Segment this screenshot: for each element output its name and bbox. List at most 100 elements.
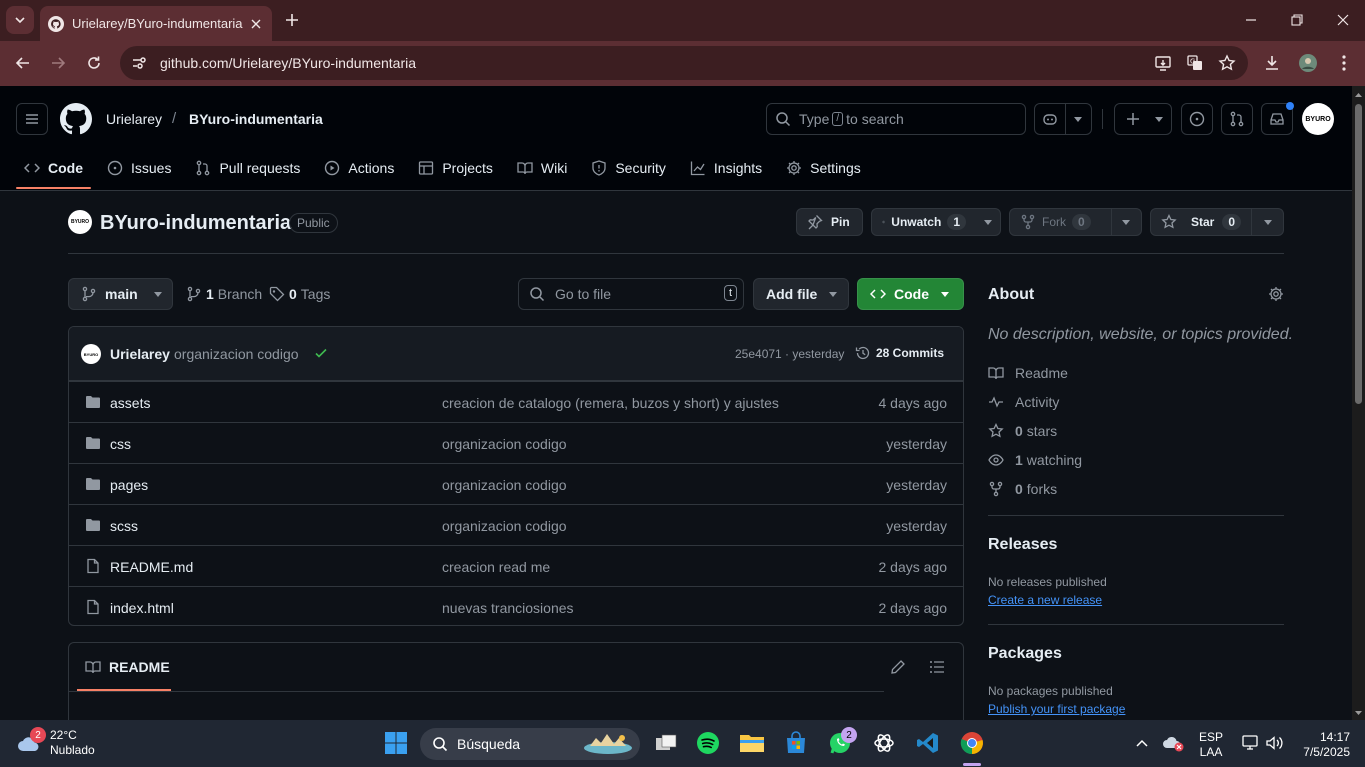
tab-issues[interactable]: Issues bbox=[99, 148, 179, 188]
scrollbar-thumb[interactable] bbox=[1355, 104, 1362, 404]
copilot-icon[interactable] bbox=[1035, 104, 1066, 134]
pencil-icon[interactable] bbox=[890, 659, 906, 675]
commit-author[interactable]: Urielarey bbox=[110, 346, 170, 362]
restore-icon[interactable] bbox=[1287, 10, 1307, 30]
releases-title[interactable]: Releases bbox=[988, 536, 1057, 554]
file-commit-message[interactable]: creacion de catalogo (remera, buzos y sh… bbox=[442, 395, 779, 411]
chevron-up-icon[interactable] bbox=[1128, 729, 1156, 757]
file-commit-message[interactable]: organizacion codigo bbox=[442, 436, 567, 452]
commits-link[interactable]: 28 Commits bbox=[855, 345, 944, 361]
file-commit-message[interactable]: nuevas tranciosiones bbox=[442, 600, 574, 616]
tab-security[interactable]: Security bbox=[583, 148, 674, 188]
new-tab-plus-icon[interactable] bbox=[282, 10, 302, 30]
file-name[interactable]: pages bbox=[110, 477, 148, 493]
triangle-down-icon[interactable] bbox=[1251, 209, 1284, 235]
tab-actions[interactable]: Actions bbox=[316, 148, 402, 188]
microsoft-store-icon[interactable] bbox=[782, 729, 810, 757]
file-row[interactable]: css organizacion codigo yesterday bbox=[69, 422, 963, 463]
clock[interactable]: 14:17 7/5/2025 bbox=[1294, 730, 1350, 760]
fork-button[interactable]: Fork 0 bbox=[1009, 208, 1142, 236]
star-button[interactable]: Star 0 bbox=[1150, 208, 1284, 236]
taskbar-search[interactable]: Búsqueda bbox=[420, 728, 640, 760]
user-avatar[interactable]: BYURO bbox=[1302, 103, 1334, 135]
pull-requests-shortcut-icon[interactable] bbox=[1221, 103, 1253, 135]
github-logo-icon[interactable] bbox=[60, 103, 92, 135]
hamburger-menu-icon[interactable] bbox=[16, 103, 48, 135]
file-commit-message[interactable]: organizacion codigo bbox=[442, 477, 567, 493]
address-bar[interactable]: github.com/Urielarey/BYuro-indumentaria … bbox=[120, 46, 1248, 80]
vscode-icon[interactable] bbox=[914, 729, 942, 757]
add-file-button[interactable]: Add file bbox=[753, 278, 849, 310]
file-name[interactable]: index.html bbox=[110, 600, 174, 616]
go-to-file-input[interactable]: Go to file t bbox=[518, 278, 744, 310]
weather-widget[interactable]: 2 22°C Nublado bbox=[16, 727, 95, 758]
tags-link[interactable]: 0 Tags bbox=[269, 286, 330, 302]
triangle-down-icon[interactable] bbox=[1111, 209, 1140, 235]
file-row[interactable]: pages organizacion codigo yesterday bbox=[69, 463, 963, 504]
branch-selector[interactable]: main bbox=[68, 278, 173, 310]
volume-icon[interactable] bbox=[1261, 729, 1289, 757]
tab-insights[interactable]: Insights bbox=[682, 148, 770, 188]
unwatch-button[interactable]: Unwatch 1 bbox=[871, 208, 1001, 236]
windows-start-icon[interactable] bbox=[382, 729, 410, 757]
back-arrow-icon[interactable] bbox=[12, 52, 34, 74]
profile-avatar-icon[interactable] bbox=[1297, 52, 1319, 74]
tab-projects[interactable]: Projects bbox=[410, 148, 501, 188]
issues-shortcut-icon[interactable] bbox=[1181, 103, 1213, 135]
page-scrollbar[interactable] bbox=[1352, 86, 1365, 720]
file-name[interactable]: README.md bbox=[110, 559, 193, 575]
spotify-icon[interactable] bbox=[694, 729, 722, 757]
branches-link[interactable]: 1 Branch bbox=[186, 286, 262, 302]
file-row[interactable]: assets creacion de catalogo (remera, buz… bbox=[69, 381, 963, 422]
close-window-icon[interactable] bbox=[1333, 10, 1353, 30]
bookmark-star-icon[interactable] bbox=[1216, 52, 1238, 74]
triangle-down-icon[interactable] bbox=[1149, 116, 1169, 122]
onedrive-error-icon[interactable] bbox=[1160, 729, 1188, 757]
browser-tab[interactable]: Urielarey/BYuro-indumentaria bbox=[40, 6, 272, 41]
copilot-button[interactable] bbox=[1034, 103, 1092, 135]
reload-icon[interactable] bbox=[83, 52, 105, 74]
plus-icon[interactable] bbox=[1117, 112, 1149, 126]
repo-owner-avatar[interactable]: BYURO bbox=[68, 210, 92, 234]
outline-list-icon[interactable] bbox=[929, 659, 945, 675]
input-language[interactable]: ESP LAA bbox=[1196, 730, 1226, 760]
scroll-up-arrow-icon[interactable] bbox=[1352, 90, 1365, 100]
url-text[interactable]: github.com/Urielarey/BYuro-indumentaria bbox=[160, 55, 1152, 71]
file-name[interactable]: scss bbox=[110, 518, 138, 534]
readme-tab[interactable]: README bbox=[85, 659, 170, 675]
minimize-icon[interactable] bbox=[1241, 10, 1261, 30]
install-app-icon[interactable] bbox=[1152, 52, 1174, 74]
file-name[interactable]: assets bbox=[110, 395, 150, 411]
forward-arrow-icon[interactable] bbox=[47, 52, 69, 74]
forks-link[interactable]: 0 forks bbox=[988, 481, 1057, 497]
site-settings-icon[interactable] bbox=[130, 54, 148, 72]
publish-package-link[interactable]: Publish your first package bbox=[988, 702, 1125, 716]
translate-icon[interactable]: G bbox=[1184, 52, 1206, 74]
file-row[interactable]: index.html nuevas tranciosiones 2 days a… bbox=[69, 586, 963, 625]
browser-menu-icon[interactable] bbox=[1333, 52, 1355, 74]
tab-settings[interactable]: Settings bbox=[778, 148, 869, 188]
pin-button[interactable]: Pin bbox=[796, 208, 863, 236]
packages-title[interactable]: Packages bbox=[988, 645, 1062, 663]
file-row[interactable]: README.md creacion read me 2 days ago bbox=[69, 545, 963, 586]
breadcrumb-owner[interactable]: Urielarey bbox=[106, 111, 162, 127]
file-explorer-icon[interactable] bbox=[738, 729, 766, 757]
triangle-down-icon[interactable] bbox=[1066, 116, 1091, 122]
file-commit-message[interactable]: organizacion codigo bbox=[442, 518, 567, 534]
file-row[interactable]: scss organizacion codigo yesterday bbox=[69, 504, 963, 545]
tab-code[interactable]: Code bbox=[16, 148, 91, 189]
global-search-input[interactable]: Type / to search bbox=[766, 103, 1026, 135]
commit-sha-time[interactable]: 25e4071 · yesterday bbox=[735, 347, 844, 361]
commit-author-avatar[interactable]: BYURO bbox=[81, 344, 101, 364]
commit-message[interactable]: organizacion codigo bbox=[174, 346, 299, 362]
activity-link[interactable]: Activity bbox=[988, 394, 1059, 410]
stars-link[interactable]: 0 stars bbox=[988, 423, 1057, 439]
task-view-icon[interactable] bbox=[652, 729, 680, 757]
code-dropdown-button[interactable]: Code bbox=[857, 278, 964, 310]
chrome-icon[interactable] bbox=[958, 729, 986, 757]
tab-search-button[interactable] bbox=[6, 6, 34, 34]
gear-icon[interactable] bbox=[1268, 286, 1284, 302]
check-icon[interactable] bbox=[314, 346, 328, 360]
tab-pull-requests[interactable]: Pull requests bbox=[187, 148, 308, 188]
tab-wiki[interactable]: Wiki bbox=[509, 148, 575, 188]
